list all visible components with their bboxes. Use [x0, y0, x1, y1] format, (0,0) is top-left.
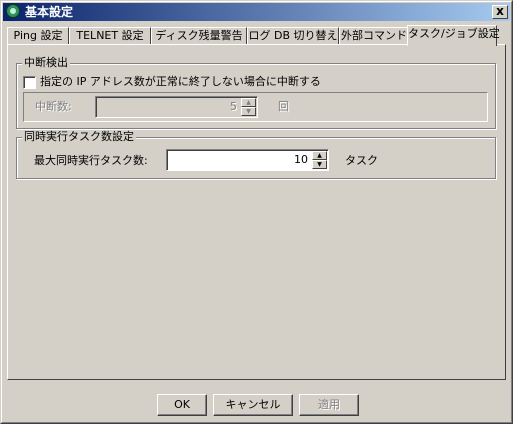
interrupt-count-value: 5	[230, 100, 237, 113]
spin-up-icon[interactable]: ▲	[312, 151, 327, 160]
tab-disk-warning[interactable]: ディスク残量警告	[151, 27, 247, 45]
close-button[interactable]: x	[492, 5, 508, 19]
window-title: 基本設定	[25, 5, 74, 19]
max-concurrent-label: 最大同時実行タスク数:	[34, 154, 148, 167]
max-concurrent-unit: タスク	[345, 154, 378, 167]
tab-telnet[interactable]: TELNET 設定	[69, 27, 151, 45]
dialog-window: 基本設定 x Ping 設定 TELNET 設定 ディスク残量警告 ログ DB …	[0, 0, 513, 424]
title-bar[interactable]: 基本設定 x	[3, 3, 510, 21]
app-icon	[6, 4, 20, 18]
max-concurrent-value: 10	[294, 153, 308, 166]
tab-ping[interactable]: Ping 設定	[7, 27, 69, 45]
apply-button[interactable]: 適用	[299, 394, 359, 416]
interrupt-count-label: 中断数:	[35, 100, 72, 113]
max-concurrent-stepper[interactable]: 10 ▲ ▼	[166, 149, 329, 171]
interrupt-group-legend: 中断検出	[22, 56, 70, 70]
interrupt-checkbox[interactable]	[23, 76, 36, 89]
tab-log-db[interactable]: ログ DB 切り替え	[247, 27, 339, 45]
interrupt-count-stepper[interactable]: 5 ▲ ▼	[95, 96, 258, 118]
spin-up-icon[interactable]: ▲	[241, 98, 256, 107]
cancel-button[interactable]: キャンセル	[213, 394, 293, 416]
interrupt-checkbox-label[interactable]: 指定の IP アドレス数が正常に終了しない場合に中断する	[40, 75, 321, 89]
tab-task-job[interactable]: タスク/ジョブ設定	[407, 25, 500, 46]
tab-external-command[interactable]: 外部コマンド	[339, 27, 409, 45]
spin-down-icon[interactable]: ▼	[312, 160, 327, 169]
spin-down-icon[interactable]: ▼	[241, 107, 256, 116]
tab-panel: 中断検出 指定の IP アドレス数が正常に終了しない場合に中断する 中断数: 5…	[7, 44, 506, 380]
ok-button[interactable]: OK	[157, 394, 207, 416]
concurrency-group-legend: 同時実行タスク数設定	[22, 130, 136, 144]
interrupt-count-unit: 回	[278, 100, 289, 113]
